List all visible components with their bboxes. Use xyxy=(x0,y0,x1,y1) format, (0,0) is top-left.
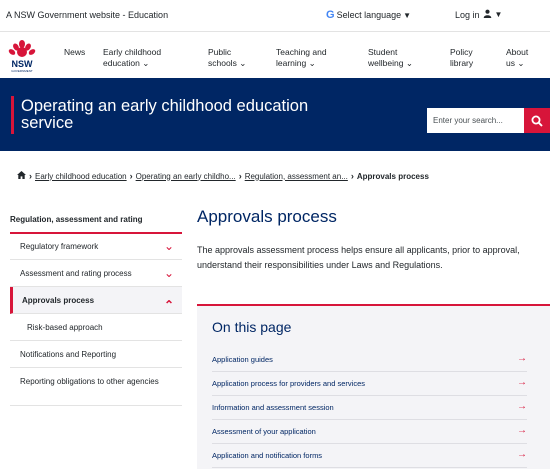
breadcrumb-separator-icon: › xyxy=(238,171,242,181)
search-button[interactable] xyxy=(524,108,550,133)
hero-title: Operating an early childhood education s… xyxy=(21,97,309,132)
home-icon[interactable] xyxy=(17,171,26,181)
nav-label: wellbeing ⌄ xyxy=(368,58,413,68)
hero-banner: Operating an early childhood education s… xyxy=(0,78,550,151)
link-label: Assessment of your application xyxy=(212,427,316,436)
sidebar-item-label: Reporting obligations to other agencies xyxy=(20,377,159,386)
page: A NSW Government website - Education G S… xyxy=(0,0,550,469)
google-g-icon: G xyxy=(326,9,335,21)
sidebar-item-approvals-process[interactable]: Approvals process ⌃ xyxy=(10,287,182,314)
select-language-button[interactable]: G Select language ▼ xyxy=(326,9,411,21)
on-this-page-heading: On this page xyxy=(212,319,292,335)
nav-label: us ⌄ xyxy=(506,58,525,68)
sidebar-item-label: Notifications and Reporting xyxy=(20,350,117,359)
nav-label: schools ⌄ xyxy=(208,58,247,68)
sidebar-item-risk-based-approach[interactable]: Risk-based approach xyxy=(10,314,182,341)
government-site-label: A NSW Government website - Education xyxy=(6,10,169,20)
arrow-right-icon: → xyxy=(517,377,527,388)
sidebar-item-assessment-rating[interactable]: Assessment and rating process ⌄ xyxy=(10,260,182,287)
breadcrumb: › Early childhood education › Operating … xyxy=(17,171,429,181)
on-this-page-link[interactable]: Information and assessment session → xyxy=(212,396,527,420)
language-label: Select language xyxy=(336,10,402,20)
utility-bar: A NSW Government website - Education G S… xyxy=(0,0,550,32)
chevron-down-icon: ▼ xyxy=(403,10,412,20)
link-label: Application guides xyxy=(212,355,273,364)
search-box xyxy=(427,108,550,133)
breadcrumb-current: Approvals process xyxy=(356,171,429,181)
hero-accent-bar xyxy=(11,96,14,134)
nav-label: learning ⌄ xyxy=(276,58,316,68)
nav-label: News xyxy=(64,47,86,57)
sidebar-item-reporting-obligations[interactable]: Reporting obligations to other agencies xyxy=(10,368,182,406)
on-this-page-panel: On this page Application guides → Applic… xyxy=(197,304,550,469)
svg-text:NSW: NSW xyxy=(12,59,34,69)
nav-label: library xyxy=(450,58,474,68)
nav-teaching-learning[interactable]: Teaching and learning ⌄ xyxy=(276,47,327,69)
chevron-down-icon: ⌄ xyxy=(517,58,525,68)
login-button[interactable]: Log in ▼ xyxy=(455,9,502,20)
nav-label: About xyxy=(506,47,529,57)
breadcrumb-link[interactable]: Operating an early childho... xyxy=(136,172,236,181)
sidebar-item-regulatory-framework[interactable]: Regulatory framework ⌄ xyxy=(10,234,182,260)
link-label: Information and assessment session xyxy=(212,403,334,412)
arrow-right-icon: → xyxy=(517,449,527,460)
nav-label: Teaching and xyxy=(276,47,327,57)
arrow-right-icon: → xyxy=(517,401,527,412)
sidenav-title[interactable]: Regulation, assessment and rating xyxy=(10,215,142,224)
sidebar-item-label: Assessment and rating process xyxy=(20,269,132,278)
nav-news[interactable]: News xyxy=(64,47,85,58)
user-icon xyxy=(483,9,492,20)
chevron-up-icon[interactable]: ⌃ xyxy=(164,298,174,312)
chevron-down-icon: ⌄ xyxy=(239,58,247,68)
main-navigation: NSW GOVERNMENT News Early childhood educ… xyxy=(0,33,550,78)
sidebar-item-label: Risk-based approach xyxy=(27,323,103,332)
nav-public-schools[interactable]: Public schools ⌄ xyxy=(208,47,246,69)
search-icon xyxy=(531,115,543,127)
on-this-page-link[interactable]: Application and notification forms → xyxy=(212,444,527,468)
svg-text:GOVERNMENT: GOVERNMENT xyxy=(11,69,33,73)
arrow-right-icon: → xyxy=(517,425,527,436)
page-title: Approvals process xyxy=(197,207,337,226)
nav-label: Student xyxy=(368,47,398,57)
breadcrumb-separator-icon: › xyxy=(29,171,32,181)
nav-early-childhood[interactable]: Early childhood education ⌄ xyxy=(103,47,161,69)
nav-label: education ⌄ xyxy=(103,58,150,68)
chevron-down-icon: ⌄ xyxy=(308,58,316,68)
sidebar-item-notifications-reporting[interactable]: Notifications and Reporting xyxy=(10,341,182,368)
chevron-down-icon: ⌄ xyxy=(142,58,150,68)
nsw-logo[interactable]: NSW GOVERNMENT xyxy=(7,40,37,74)
nav-label: Policy xyxy=(450,47,473,57)
waratah-logo: NSW GOVERNMENT xyxy=(8,40,36,73)
login-label: Log in xyxy=(455,9,480,20)
chevron-down-icon[interactable]: ⌄ xyxy=(164,266,174,280)
nav-student-wellbeing[interactable]: Student wellbeing ⌄ xyxy=(368,47,413,69)
chevron-down-icon[interactable]: ⌄ xyxy=(164,239,174,253)
on-this-page-link[interactable]: Assessment of your application → xyxy=(212,420,527,444)
arrow-right-icon: → xyxy=(517,353,527,364)
breadcrumb-separator-icon: › xyxy=(129,171,133,181)
chevron-down-icon: ▼ xyxy=(494,10,503,19)
sidebar-item-label: Approvals process xyxy=(22,296,95,305)
sidebar-item-label: Regulatory framework xyxy=(20,242,99,251)
nav-label: Early childhood xyxy=(103,47,162,57)
search-input[interactable] xyxy=(427,108,524,133)
intro-paragraph: The approvals assessment process helps e… xyxy=(197,245,520,270)
chevron-down-icon: ⌄ xyxy=(405,58,413,68)
nav-label: Public xyxy=(208,47,232,57)
on-this-page-link[interactable]: Application guides → xyxy=(212,348,527,372)
breadcrumb-link[interactable]: Regulation, assessment an... xyxy=(245,172,348,181)
nav-about-us[interactable]: About us ⌄ xyxy=(506,47,528,69)
link-label: Application process for providers and se… xyxy=(212,379,365,388)
breadcrumb-link[interactable]: Early childhood education xyxy=(35,172,127,181)
on-this-page-link[interactable]: Application process for providers and se… xyxy=(212,372,527,396)
link-label: Application and notification forms xyxy=(212,451,323,460)
nav-policy-library[interactable]: Policy library xyxy=(450,47,473,69)
breadcrumb-separator-icon: › xyxy=(350,171,354,181)
